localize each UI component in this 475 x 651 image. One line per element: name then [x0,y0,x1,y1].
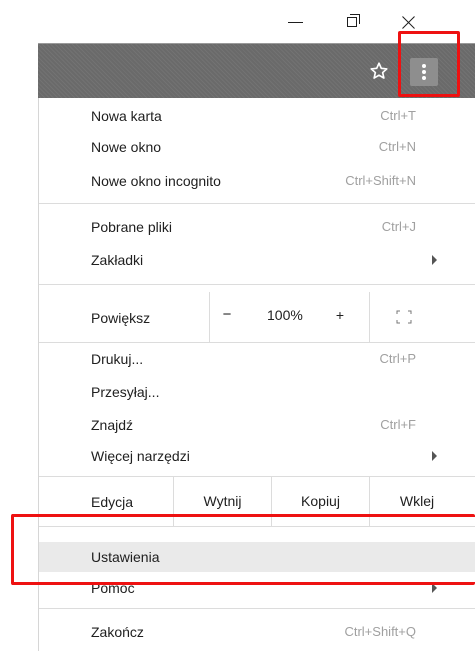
zoom-out-button[interactable]: − [217,306,237,326]
menu-separator [39,342,475,343]
settings-highlight [11,514,475,585]
star-icon[interactable] [368,60,390,82]
menu-button-highlight [398,31,460,97]
menu-item-label: Nowe okno [91,139,162,155]
menu-item-label: Przesyłaj... [91,384,160,400]
minimize-icon[interactable] [282,12,312,36]
submenu-arrow-icon [432,255,437,265]
menu-separator [39,608,475,609]
menu-item-label: Nowa karta [91,108,162,124]
menu-item-shortcut: Ctrl+F [380,417,416,432]
edit-label: Edycja [91,494,134,510]
menu-item-more-tools[interactable]: Więcej narzędzi [39,442,475,470]
menu-item-shortcut: Ctrl+T [380,108,416,123]
menu-item-shortcut: Ctrl+N [378,139,416,154]
menu-item-cast[interactable]: Przesyłaj... [39,378,475,406]
menu-item-new-tab[interactable]: Nowa karta Ctrl+T [39,102,475,130]
menu-item-incognito[interactable]: Nowe okno incognito Ctrl+Shift+N [39,167,475,195]
menu-item-shortcut: Ctrl+Shift+N [345,173,416,188]
fullscreen-icon[interactable] [396,310,412,324]
menu-item-label: Zakończ [91,624,144,640]
menu-item-exit[interactable]: Zakończ Ctrl+Shift+Q [39,618,475,646]
zoom-label: Powiększ [91,310,151,326]
menu-separator [39,284,475,285]
menu-item-bookmarks[interactable]: Zakładki [39,246,475,274]
menu-item-new-window[interactable]: Nowe okno Ctrl+N [39,133,475,161]
menu-item-shortcut: Ctrl+Shift+Q [344,624,416,639]
menu-item-label: Pobrane pliki [91,219,172,235]
menu-item-find[interactable]: Znajdź Ctrl+F [39,411,475,439]
zoom-row: Powiększ − 100% + [39,292,475,342]
restore-icon[interactable] [339,12,369,36]
menu-item-label: Nowe okno incognito [91,173,221,189]
menu-separator [39,203,475,204]
menu-item-label: Więcej narzędzi [91,448,190,464]
submenu-arrow-icon [432,451,437,461]
menu-item-label: Znajdź [91,417,134,433]
menu-item-shortcut: Ctrl+J [381,219,416,234]
menu-item-shortcut: Ctrl+P [379,351,416,366]
menu-item-downloads[interactable]: Pobrane pliki Ctrl+J [39,213,475,241]
menu-item-label: Zakładki [91,252,144,268]
menu-item-print[interactable]: Drukuj... Ctrl+P [39,345,475,373]
menu-item-label: Drukuj... [91,351,144,367]
